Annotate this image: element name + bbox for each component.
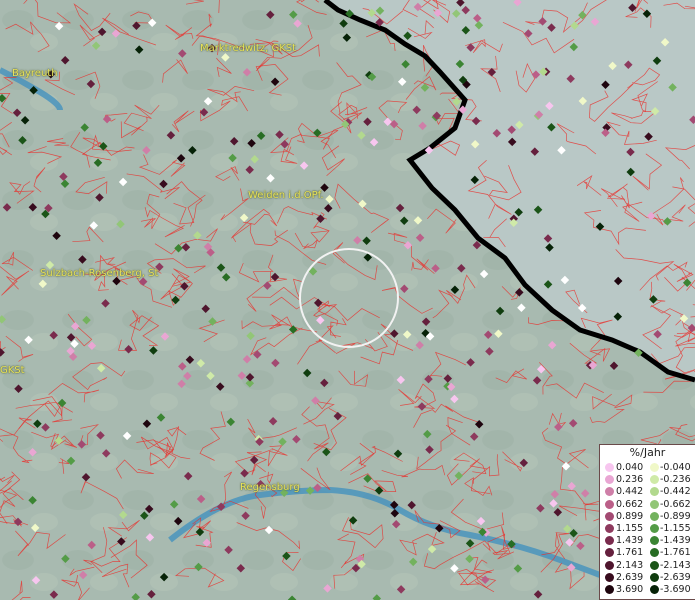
map-view[interactable]: Marktredwitz, GKSt Bayreuth Weiden i.d.O… xyxy=(0,0,695,600)
town-label-weiden: Weiden i.d.OPf. xyxy=(248,190,324,201)
legend-row: 0.662 -0.662 xyxy=(600,499,695,510)
legend-swatch-positive xyxy=(605,536,614,546)
legend-swatch-positive xyxy=(605,487,614,497)
legend-swatch-negative xyxy=(650,511,659,521)
legend-swatch-negative xyxy=(650,548,659,558)
legend-swatch-positive xyxy=(605,560,614,570)
town-label-bayreuth: Bayreuth xyxy=(12,68,58,79)
legend-value-positive: 0.899 xyxy=(616,510,644,522)
legend-row: 1.761 -1.761 xyxy=(600,547,695,558)
legend-value-negative: -2.639 xyxy=(660,571,691,583)
map-base xyxy=(0,0,695,600)
town-label-marktredwitz: Marktredwitz, GKSt xyxy=(200,43,297,54)
legend-value-negative: -3.690 xyxy=(660,584,691,595)
legend-value-positive: 1.761 xyxy=(616,547,644,559)
legend-value-positive: 0.442 xyxy=(616,486,644,498)
legend-swatch-positive xyxy=(605,499,614,509)
legend-value-negative: -0.662 xyxy=(660,498,691,510)
legend-value-negative: -0.040 xyxy=(660,462,691,473)
legend-row: 0.899 -0.899 xyxy=(600,511,695,522)
legend-swatch-negative xyxy=(650,560,659,570)
legend-row: 0.442 -0.442 xyxy=(600,486,695,497)
legend-value-positive: 2.143 xyxy=(616,559,644,571)
legend-row: 2.143 -2.143 xyxy=(600,560,695,571)
town-label-sulzbach-rosenberg: Sulzbach-Rosenberg, St xyxy=(40,268,159,279)
legend-swatch-positive xyxy=(605,548,614,558)
legend-swatch-negative xyxy=(650,475,659,485)
legend-value-negative: -1.761 xyxy=(660,547,691,559)
legend-value-positive: 0.236 xyxy=(616,474,644,486)
legend-swatch-positive xyxy=(605,524,614,533)
legend-row: 0.236 -0.236 xyxy=(600,474,695,485)
legend-swatch-negative xyxy=(650,463,659,472)
legend-swatch-negative xyxy=(650,487,659,497)
legend-swatch-positive xyxy=(605,475,614,485)
legend-value-negative: -0.236 xyxy=(660,474,691,486)
legend-value-negative: -1.439 xyxy=(660,535,691,547)
legend-value-negative: -0.899 xyxy=(660,510,691,522)
legend-swatch-positive xyxy=(605,585,614,594)
legend-swatch-negative xyxy=(650,585,659,594)
legend-row: 1.155 -1.155 xyxy=(600,523,695,534)
legend-value-positive: 0.040 xyxy=(616,462,644,473)
legend-swatch-negative xyxy=(650,499,659,509)
legend-value-positive: 1.439 xyxy=(616,535,644,547)
legend-value-negative: -1.155 xyxy=(660,523,691,534)
map-legend: %/Jahr 0.040 -0.040 0.236 -0.236 0.442 -0.442… xyxy=(599,444,695,600)
town-label-gkst: GKSt xyxy=(0,365,25,376)
legend-value-negative: -0.442 xyxy=(660,486,691,498)
legend-value-positive: 2.639 xyxy=(616,571,644,583)
town-label-regensburg: Regensburg xyxy=(240,482,300,493)
legend-title: %/Jahr xyxy=(629,446,666,459)
legend-swatch-negative xyxy=(650,524,659,533)
legend-swatch-positive xyxy=(605,511,614,521)
legend-value-positive: 1.155 xyxy=(616,523,644,534)
legend-swatch-negative xyxy=(650,536,659,546)
legend-swatch-negative xyxy=(650,572,659,582)
legend-row: 3.690 -3.690 xyxy=(600,584,695,595)
legend-row: 0.040 -0.040 xyxy=(600,462,695,473)
legend-row: 1.439 -1.439 xyxy=(600,535,695,546)
legend-value-positive: 3.690 xyxy=(616,584,644,595)
legend-swatch-positive xyxy=(605,572,614,582)
legend-swatch-positive xyxy=(605,463,614,472)
legend-value-negative: -2.143 xyxy=(660,559,691,571)
legend-row: 2.639 -2.639 xyxy=(600,572,695,583)
legend-value-positive: 0.662 xyxy=(616,498,644,510)
